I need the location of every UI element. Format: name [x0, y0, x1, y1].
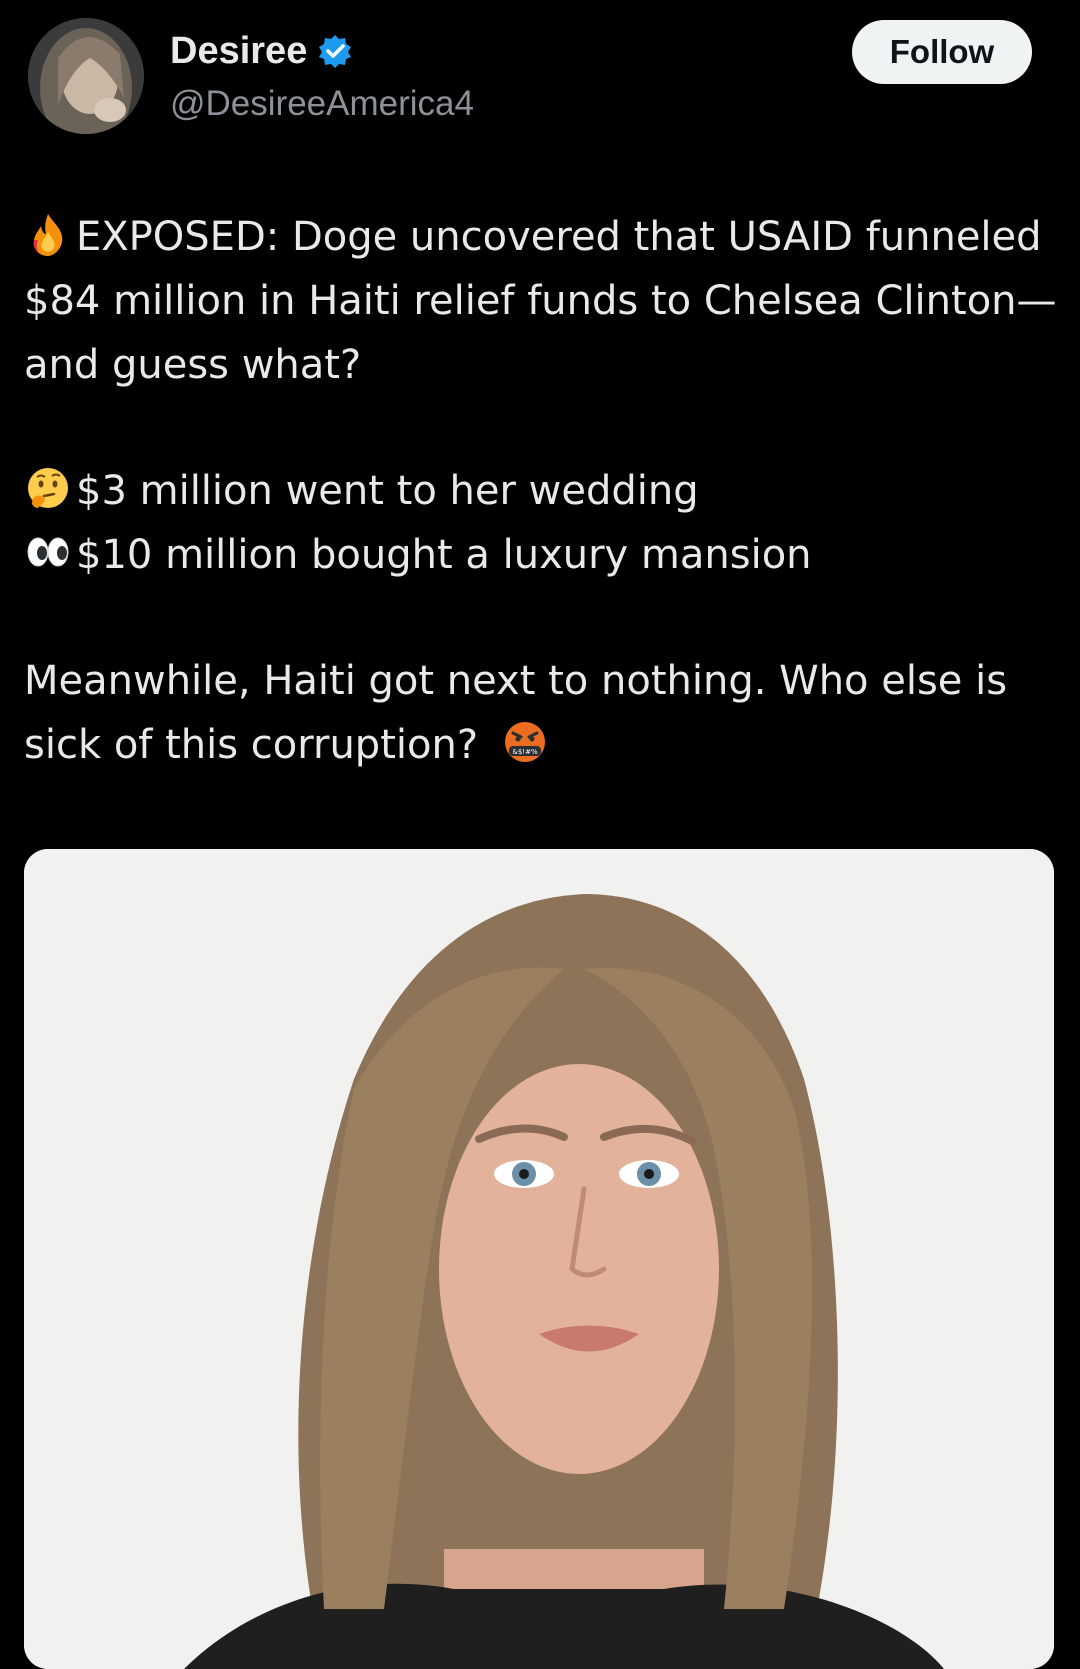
tweet-bullet-mansion-text: $10 million bought a luxury mansion [76, 532, 812, 578]
tweet-media-photo[interactable] [24, 849, 1054, 1669]
follow-button[interactable]: Follow [852, 20, 1032, 84]
tweet-bullet-wedding-text: $3 million went to her wedding [76, 468, 699, 514]
tweet-text: EXPOSED: Doge uncovered that USAID funne… [24, 205, 1064, 777]
tweet-header: Desiree @DesireeAmerica4 Follow [0, 0, 1080, 150]
tweet-headline-text: EXPOSED: Doge uncovered that USAID funne… [24, 214, 1057, 388]
svg-text:&$!#%: &$!#% [512, 748, 538, 756]
thinking-face-icon [24, 464, 72, 512]
fire-icon [24, 210, 72, 258]
portrait-photo [24, 849, 1054, 1669]
display-name[interactable]: Desiree [170, 30, 307, 73]
user-handle[interactable]: @DesireeAmerica4 [170, 84, 474, 124]
avatar[interactable] [28, 18, 144, 134]
user-info: Desiree @DesireeAmerica4 [170, 28, 474, 124]
display-name-row: Desiree [170, 28, 474, 74]
verified-badge-icon [317, 33, 353, 69]
tweet-paragraph-headline: EXPOSED: Doge uncovered that USAID funne… [24, 205, 1064, 397]
cursing-face-icon: &$!#% [501, 718, 549, 766]
eyes-icon [24, 528, 72, 576]
tweet-bullet-mansion: $10 million bought a luxury mansion [24, 523, 1064, 587]
tweet-bullet-wedding: $3 million went to her wedding [24, 459, 1064, 523]
tweet-paragraph-closing: Meanwhile, Haiti got next to nothing. Wh… [24, 649, 1064, 777]
